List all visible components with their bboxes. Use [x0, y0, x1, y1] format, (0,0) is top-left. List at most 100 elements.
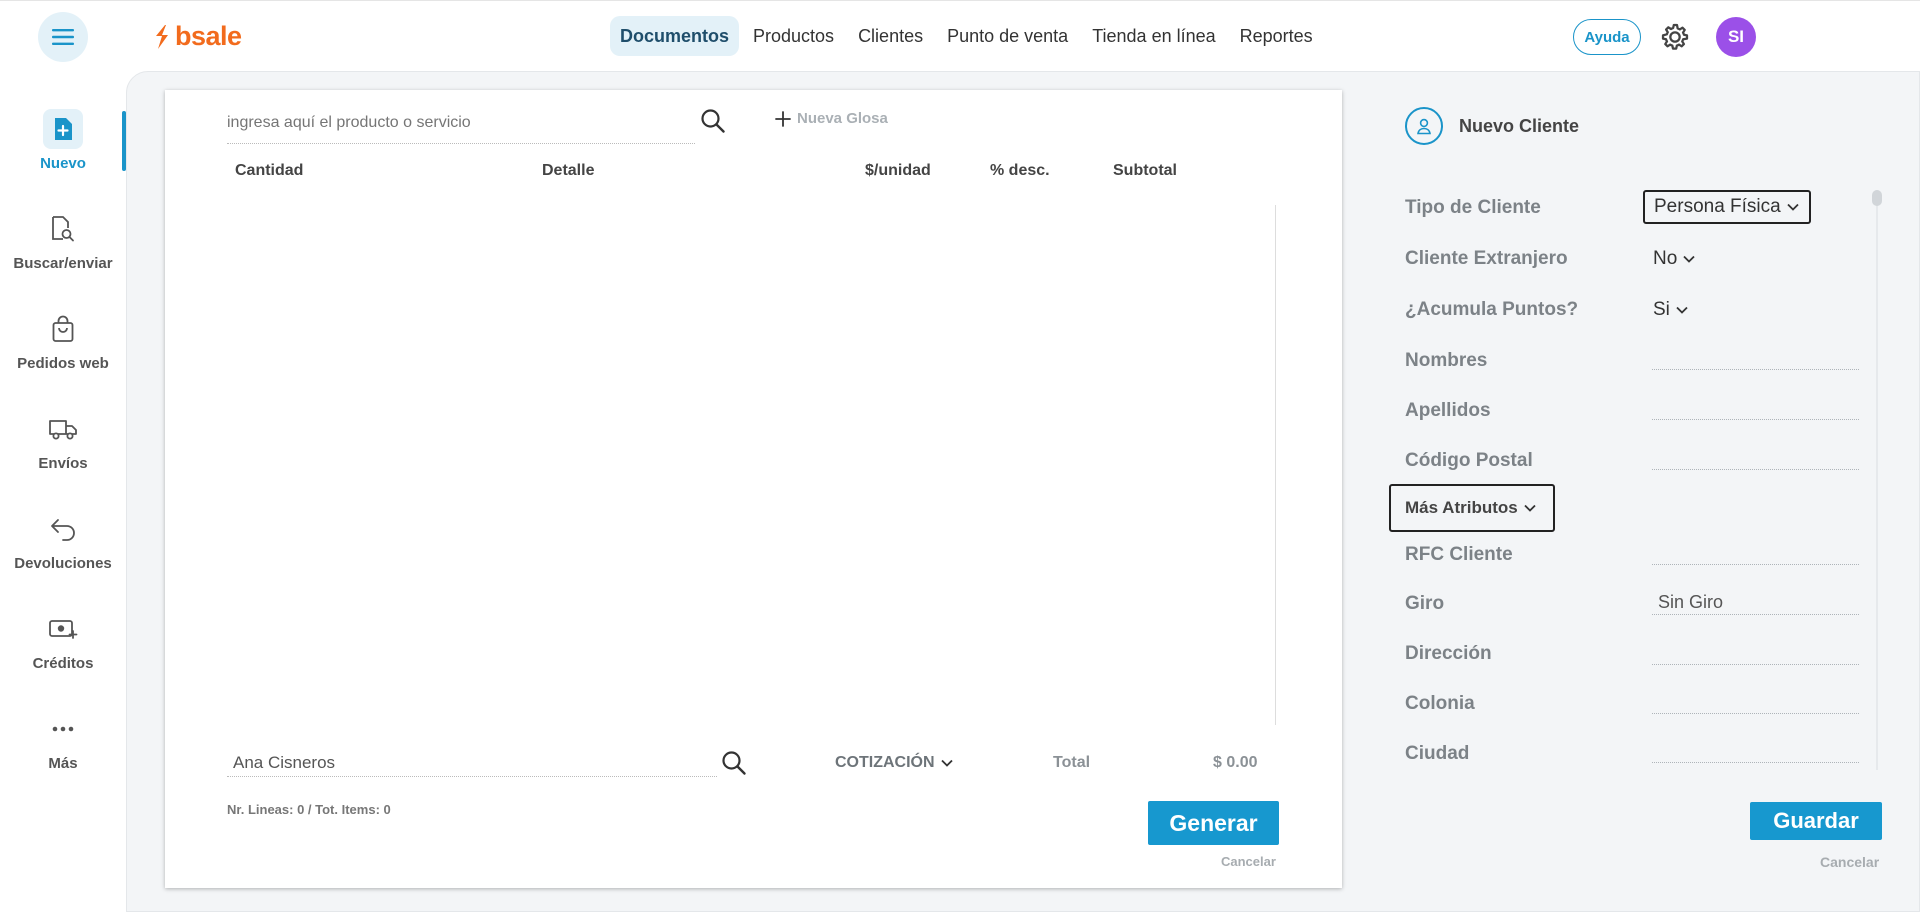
cliente-extranjero-value: No: [1653, 248, 1678, 269]
total-label: Total: [1053, 754, 1091, 771]
sidebar-item-label: Pedidos web: [17, 355, 109, 372]
sidebar-item-mas[interactable]: Más: [0, 709, 126, 789]
logo-mark-icon: [156, 24, 168, 49]
sidebar-item-label: Nuevo: [40, 155, 86, 172]
plus-icon: [775, 110, 791, 127]
ciudad-label: Ciudad: [1405, 743, 1470, 764]
ciudad-input[interactable]: [1652, 762, 1859, 763]
sidebar-item-creditos[interactable]: Créditos: [0, 609, 126, 689]
colonia-label: Colonia: [1405, 693, 1475, 714]
new-document-icon: [43, 109, 83, 149]
chevron-down-icon: [1787, 203, 1799, 211]
column-cantidad: Cantidad: [235, 162, 304, 179]
nombres-label: Nombres: [1405, 350, 1488, 371]
sidebar-item-label: Envíos: [38, 455, 88, 472]
chevron-down-icon: [1683, 255, 1695, 263]
document-type-select[interactable]: COTIZACIÓN: [835, 754, 953, 772]
more-dots-icon: [43, 709, 83, 749]
sidebar-item-label: Créditos: [32, 655, 94, 672]
table-scroll-divider: [1275, 205, 1276, 725]
chevron-down-icon: [1676, 306, 1688, 314]
nav-clientes[interactable]: Clientes: [848, 16, 933, 56]
client-form-scrollbar[interactable]: [1876, 190, 1878, 770]
acumula-puntos-value: Si: [1653, 299, 1670, 320]
codigo-postal-label: Código Postal: [1405, 450, 1533, 471]
acumula-puntos-select[interactable]: Si: [1653, 299, 1688, 321]
giro-label: Giro: [1405, 593, 1445, 614]
sidebar: Nuevo Buscar/enviar Pedidos web Envíos D…: [0, 71, 126, 912]
document-type-value: COTIZACIÓN: [835, 754, 935, 771]
tipo-cliente-select[interactable]: Persona Física: [1643, 190, 1811, 224]
sidebar-item-nuevo[interactable]: Nuevo: [0, 109, 126, 189]
column-subtotal: Subtotal: [1113, 162, 1177, 179]
nombres-input[interactable]: [1652, 369, 1859, 370]
save-client-button[interactable]: Guardar: [1750, 802, 1882, 840]
sidebar-item-envios[interactable]: Envíos: [0, 409, 126, 489]
search-icon[interactable]: [700, 108, 726, 134]
user-icon: [1405, 107, 1443, 145]
tipo-cliente-value: Persona Física: [1654, 196, 1781, 217]
new-gloss-button[interactable]: Nueva Glosa: [775, 110, 888, 127]
menu-button[interactable]: [38, 12, 88, 62]
sidebar-item-label: Buscar/enviar: [13, 255, 113, 272]
truck-icon: [43, 409, 83, 449]
tipo-cliente-label: Tipo de Cliente: [1405, 197, 1541, 218]
chevron-down-icon: [1524, 504, 1536, 512]
hamburger-icon: [52, 29, 74, 45]
main-nav: Documentos Productos Clientes Punto de v…: [610, 16, 1323, 56]
sidebar-item-label: Devoluciones: [14, 555, 112, 572]
money-icon: [43, 609, 83, 649]
cliente-extranjero-select[interactable]: No: [1653, 248, 1695, 270]
rfc-cliente-input[interactable]: [1652, 564, 1859, 565]
mas-atributos-button[interactable]: Más Atributos: [1389, 484, 1555, 532]
generate-button[interactable]: Generar: [1148, 801, 1279, 845]
product-search-field: [227, 108, 695, 144]
sidebar-item-buscar-enviar[interactable]: Buscar/enviar: [0, 209, 126, 289]
sidebar-item-label: Más: [48, 755, 78, 772]
giro-value: Sin Giro: [1658, 592, 1724, 612]
product-search-input[interactable]: [227, 114, 687, 132]
nav-productos[interactable]: Productos: [743, 16, 844, 56]
search-icon[interactable]: [721, 750, 747, 776]
customer-input[interactable]: [233, 753, 703, 773]
scrollbar-thumb[interactable]: [1872, 190, 1882, 206]
new-gloss-label: Nueva Glosa: [797, 110, 888, 127]
customer-search-field: [227, 747, 717, 777]
sidebar-item-pedidos-web[interactable]: Pedidos web: [0, 309, 126, 389]
line-item-counts: Nr. Lineas: 0 / Tot. Items: 0: [227, 802, 391, 817]
codigo-postal-input[interactable]: [1652, 469, 1859, 470]
top-bar: bsale Documentos Productos Clientes Punt…: [0, 0, 1920, 71]
bsale-logo[interactable]: bsale: [153, 21, 242, 52]
rfc-cliente-label: RFC Cliente: [1405, 544, 1513, 565]
direccion-input[interactable]: [1652, 664, 1859, 665]
total-value: $ 0.00: [1213, 754, 1258, 771]
column-discount: % desc.: [990, 162, 1050, 179]
cliente-extranjero-label: Cliente Extranjero: [1405, 248, 1568, 269]
help-button[interactable]: Ayuda: [1573, 19, 1641, 55]
sidebar-item-devoluciones[interactable]: Devoluciones: [0, 509, 126, 589]
shopping-bag-icon: [43, 309, 83, 349]
apellidos-input[interactable]: [1652, 419, 1859, 420]
client-panel-title: Nuevo Cliente: [1459, 115, 1580, 136]
nav-documentos[interactable]: Documentos: [610, 16, 740, 56]
document-panel: Nueva Glosa Cantidad Detalle $/unidad % …: [165, 90, 1342, 888]
search-document-icon: [43, 209, 83, 249]
new-client-panel: Nuevo Cliente Tipo de Cliente Persona Fí…: [1380, 90, 1900, 910]
user-avatar[interactable]: SI: [1716, 17, 1756, 57]
cancel-client-link[interactable]: Cancelar: [1820, 854, 1879, 870]
nav-punto-de-venta[interactable]: Punto de venta: [937, 16, 1078, 56]
direccion-label: Dirección: [1405, 643, 1492, 664]
return-arrow-icon: [43, 509, 83, 549]
client-panel-header: Nuevo Cliente: [1405, 107, 1579, 145]
nav-reportes[interactable]: Reportes: [1230, 16, 1323, 56]
column-detalle: Detalle: [542, 162, 595, 179]
giro-input[interactable]: [1652, 614, 1859, 615]
gear-icon[interactable]: [1659, 21, 1691, 53]
cancel-document-link[interactable]: Cancelar: [1221, 854, 1276, 869]
apellidos-label: Apellidos: [1405, 400, 1491, 421]
nav-tienda-en-linea[interactable]: Tienda en línea: [1082, 16, 1225, 56]
column-unit-price: $/unidad: [865, 162, 931, 179]
acumula-puntos-label: ¿Acumula Puntos?: [1405, 299, 1579, 320]
colonia-input[interactable]: [1652, 713, 1859, 714]
mas-atributos-label: Más Atributos: [1405, 498, 1518, 517]
